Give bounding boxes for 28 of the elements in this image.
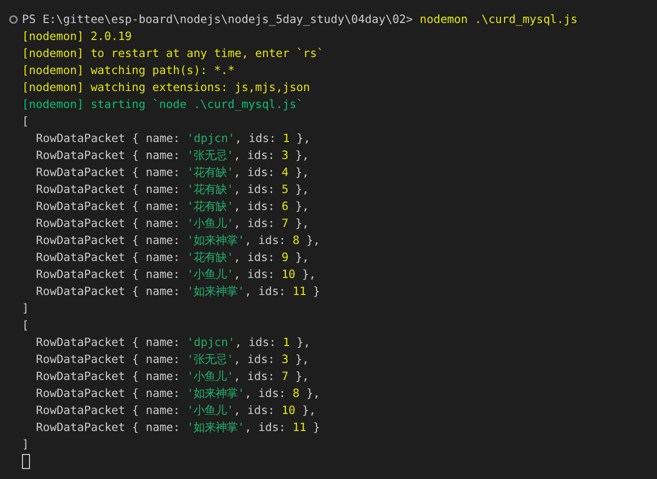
log-line: [nodemon] watching path(s): *.* [22, 62, 236, 79]
output-line: RowDataPacket { name: '花有缺', ids: 9 }, [36, 249, 310, 266]
log-line: [nodemon] starting `node .\curd_mysql.js` [22, 96, 304, 113]
bracket-text: ] [22, 300, 30, 317]
output-line: RowDataPacket { name: '花有缺', ids: 5 }, [36, 181, 310, 198]
log-line: [nodemon] watching extensions: js,mjs,json [22, 79, 312, 96]
bracket-text: [ [22, 317, 30, 334]
output-line: RowDataPacket { name: '如来神掌', ids: 8 }, [36, 385, 322, 402]
prompt-line: PS E:\gittee\esp-board\nodejs\nodejs_5day_study\04day\02> nodemon .\curd_mysql.js [22, 11, 578, 28]
circle-icon [9, 15, 18, 24]
output-line: RowDataPacket { name: '张无忌', ids: 3 }, [36, 351, 310, 368]
bracket-text: [ [22, 113, 30, 130]
output-line: RowDataPacket { name: '如来神掌', ids: 8 }, [36, 232, 322, 249]
output-line: RowDataPacket { name: '如来神掌', ids: 11 } [36, 419, 322, 436]
output-line: RowDataPacket { name: 'dpjcn', ids: 1 }, [36, 130, 312, 147]
output-line: RowDataPacket { name: '张无忌', ids: 3 }, [36, 147, 310, 164]
output-line: RowDataPacket { name: '小鱼儿', ids: 7 }, [36, 215, 310, 232]
cursor [22, 454, 30, 469]
output-line: RowDataPacket { name: '小鱼儿', ids: 7 }, [36, 368, 310, 385]
bracket-text: ] [22, 436, 30, 453]
log-line: [nodemon] 2.0.19 [22, 28, 133, 45]
output-line: RowDataPacket { name: '花有缺', ids: 4 }, [36, 164, 310, 181]
output-line: RowDataPacket { name: '小鱼儿', ids: 10 }, [36, 402, 317, 419]
output-line: RowDataPacket { name: '小鱼儿', ids: 10 }, [36, 266, 317, 283]
output-line: RowDataPacket { name: '花有缺', ids: 6 }, [36, 198, 310, 215]
output-line: RowDataPacket { name: 'dpjcn', ids: 1 }, [36, 334, 312, 351]
log-line: [nodemon] to restart at any time, enter `rs` [22, 45, 325, 62]
output-line: RowDataPacket { name: '如来神掌', ids: 11 } [36, 283, 322, 300]
